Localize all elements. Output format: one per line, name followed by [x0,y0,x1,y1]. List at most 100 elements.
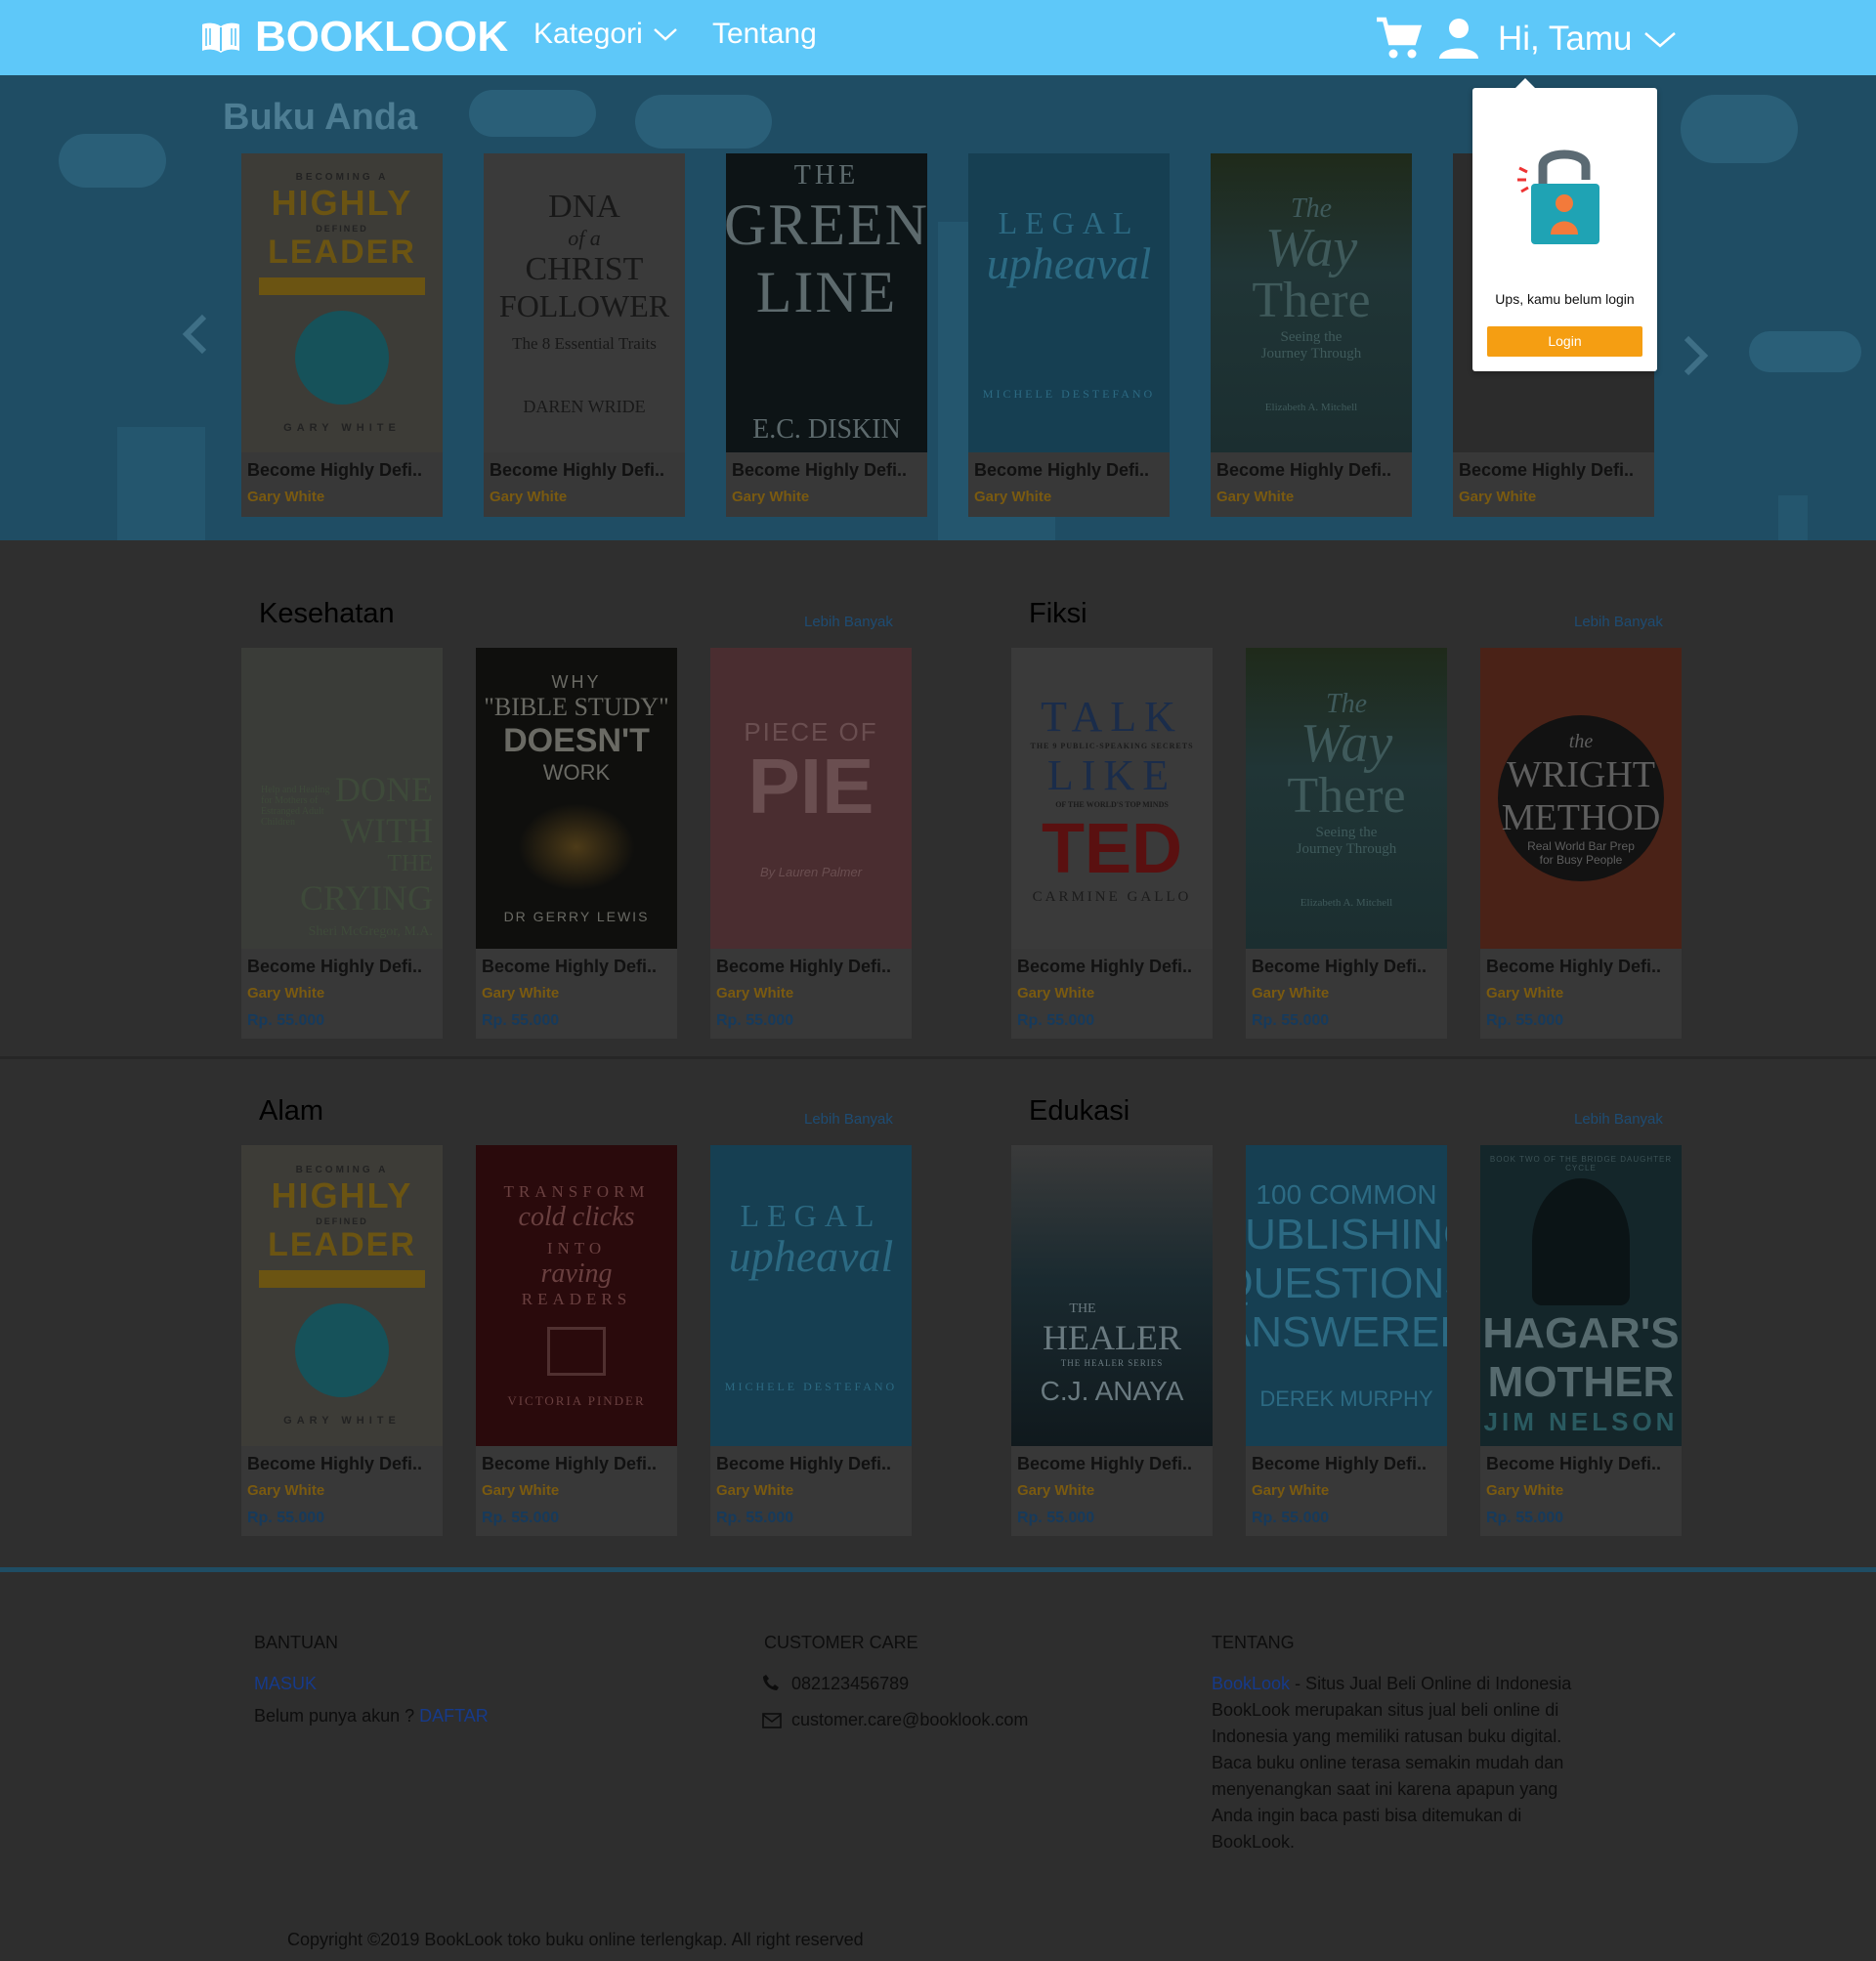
carousel-book-card[interactable]: LEGAL upheaval MICHELE DESTEFANO Become Hig… [968,153,1170,517]
cover-text: HAGAR'S [1482,1308,1680,1357]
carousel-book-card[interactable]: THE GREEN LINE E.C. DISKIN Become Highly Def… [726,153,927,517]
cover-text: Way [1300,712,1393,774]
footer-heading-bantuan: BANTUAN [254,1633,339,1652]
cover-text: "BIBLE STUDY" [484,693,669,721]
book-price: Rp. 55.000 [1486,1510,1564,1526]
book-card[interactable]: BOOK TWO OF THE BRIDGE DAUGHTER CYCLE HAG… [1480,1145,1682,1536]
book-cover: THE HEALER THE HEALER SERIES C.J. ANAYA [1011,1145,1213,1446]
chevron-down-icon [653,28,677,41]
book-author: Gary White [1216,489,1295,505]
cover-text: 100 COMMON [1256,1179,1437,1210]
book-card[interactable]: WHY "BIBLE STUDY" DOESN'T WORK DR GERRY LEWI… [476,648,677,1039]
about-brand-link[interactable]: BookLook [1212,1674,1290,1693]
book-author: Gary White [732,489,810,505]
cover-text: By Lauren Palmer [759,865,863,879]
cover-text: DEFINED [316,224,368,234]
book-author: Gary White [490,489,568,505]
cover-text: TALK [1041,692,1183,741]
cover-text: DOESN'T [503,722,650,759]
carousel-prev-icon[interactable] [181,313,208,356]
cover-text: GREEN [726,192,927,257]
book-price: Rp. 55.000 [1486,1012,1564,1029]
book-card[interactable]: the WRIGHT METHOD Real World Bar Prep for B… [1480,648,1682,1039]
hero-title: Buku Anda [223,97,418,138]
cart-icon[interactable] [1375,16,1422,61]
book-price: Rp. 55.000 [482,1012,560,1029]
book-title: Become Highly Defi.. [1252,1454,1428,1473]
nav-tentang[interactable]: Tentang [712,18,817,51]
cloud-decoration [635,95,772,149]
carousel-book-card[interactable]: The Way There Seeing the Journey Through Eliz… [1211,153,1412,517]
login-popup: Ups, kamu belum login Login [1472,78,1657,371]
cloud-decoration [469,90,596,137]
book-title: Become Highly Defi.. [1216,460,1392,480]
book-title: Become Highly Defi.. [1017,957,1193,976]
book-price: Rp. 55.000 [247,1510,325,1526]
user-menu[interactable]: Hi, Tamu [1498,20,1677,59]
cover-text: DR GERRY LEWIS [503,909,650,924]
more-link[interactable]: Lebih Banyak [804,1111,893,1128]
book-card[interactable]: THE HEALER THE HEALER SERIES C.J. ANAYA Beco… [1011,1145,1213,1536]
brand-logo[interactable]: BOOKLOOK [200,10,508,64]
cover-text: LEADER [268,234,416,271]
nav-kategori[interactable]: Kategori [533,18,678,51]
mail-icon [762,1713,782,1728]
book-title: Become Highly Defi.. [247,957,423,976]
more-link[interactable]: Lebih Banyak [804,614,893,630]
user-icon[interactable] [1437,18,1480,59]
book-card[interactable]: TALK THE 9 PUBLIC-SPEAKING SECRETS LIKE OF … [1011,648,1213,1039]
more-link[interactable]: Lebih Banyak [1574,614,1663,630]
page: BOOKLOOK Kategori Tentang Hi, Tamu Ups, … [0,0,1876,1961]
cover-text: Way [1264,217,1358,278]
book-title: Become Highly Defi.. [1459,460,1635,480]
cover-text: LIKE [1046,750,1177,799]
book-card[interactable]: LEGAL upheaval MICHELE DESTEFANO Become Hig… [710,1145,912,1536]
cover-text: DEREK MURPHY [1259,1386,1433,1411]
carousel-next-icon[interactable] [1683,334,1710,377]
cover-text: Seeing the [1280,328,1343,345]
cover-text: BECOMING A [295,1165,389,1175]
book-cover: The Way There Seeing the Journey Through Eliz… [1211,153,1412,452]
book-price: Rp. 55.000 [1017,1012,1095,1029]
book-author: Gary White [247,985,325,1002]
cover-text: DEFINED [316,1216,368,1226]
cover-text: THE [387,850,433,876]
cloud-decoration [1681,95,1798,163]
about-tagline: - Situs Jual Beli Online di Indonesia [1290,1674,1572,1693]
book-author: Gary White [1252,985,1330,1002]
section-title: Edukasi [1029,1095,1130,1127]
book-card[interactable]: 100 COMMONPUBLISHINGQUESTIONSANSWERED DER… [1246,1145,1447,1536]
cover-text: Journey Through [1260,345,1362,362]
cover-text: JIM NELSON [1483,1406,1679,1436]
book-author: Gary White [974,489,1052,505]
book-author: Gary White [247,1482,325,1499]
cover-text: FOLLOWER [498,288,670,323]
cover-text: upheaval [728,1230,894,1281]
cover-text: The 8 Essential Traits [512,334,657,353]
book-card[interactable]: PIECE OF PIE By Lauren Palmer Become Highly… [710,648,912,1039]
cover-text: DNA [548,189,620,225]
book-cover: LEGAL upheaval MICHELE DESTEFANO [968,153,1170,452]
book-card[interactable]: BECOMING A HIGHLY DEFINED LEADER GARY WHITE B… [241,1145,443,1536]
book-card[interactable]: The Way There Seeing the Journey Through Eliz… [1246,648,1447,1039]
book-card[interactable]: Help and Healing for Mothers of Estrange… [241,648,443,1039]
book-cover: BOOK TWO OF THE BRIDGE DAUGHTER CYCLE HAG… [1480,1145,1682,1446]
carousel-book-card[interactable]: DNA of a CHRIST FOLLOWER The 8 Essential Tra… [484,153,685,517]
cover-text: Help and Healing for Mothers of Estrange… [261,784,330,828]
book-price: Rp. 55.000 [482,1510,560,1526]
book-card[interactable]: TRANSFORM cold clicks INTO raving READERS VIC… [476,1145,677,1536]
carousel-book-card[interactable]: BECOMING A HIGHLY DEFINED LEADER GARY WHITE B… [241,153,443,517]
email-address[interactable]: customer.care@booklook.com [791,1707,1028,1733]
cover-text: OF THE WORLD'S TOP MINDS [1055,799,1169,809]
login-link[interactable]: MASUK [254,1671,317,1697]
section-title: Kesehatan [259,598,395,629]
more-link[interactable]: Lebih Banyak [1574,1111,1663,1128]
cover-text: WITH [341,810,433,850]
cover-text: DONE [335,769,433,809]
register-link[interactable]: DAFTAR [419,1706,489,1726]
book-author: Gary White [1252,1482,1330,1499]
book-price: Rp. 55.000 [1252,1012,1330,1029]
book-title: Become Highly Defi.. [1486,1454,1662,1473]
cover-text: cold clicks [518,1202,635,1232]
login-button[interactable]: Login [1487,326,1642,357]
